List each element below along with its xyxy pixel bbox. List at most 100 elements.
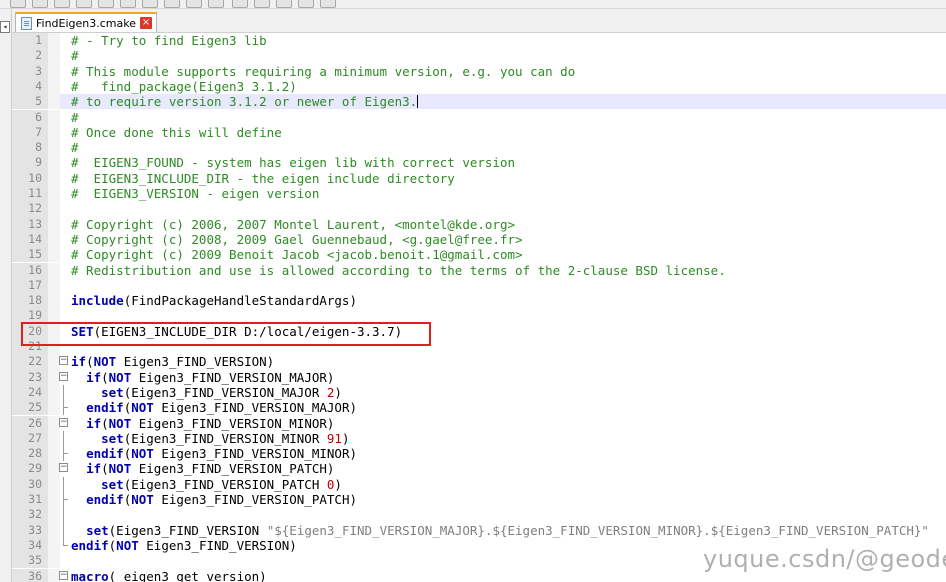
code-text: endif(NOT Eigen3_FIND_VERSION_MAJOR)	[71, 400, 357, 415]
code-token: # This module supports requiring a minim…	[71, 63, 576, 79]
fold-margin	[48, 446, 60, 462]
fold-margin	[48, 537, 60, 554]
code-line[interactable]: 6 #	[12, 109, 946, 125]
code-line[interactable]: 20 SET(EIGEN3_INCLUDE_DIR D:/local/eigen-…	[12, 323, 946, 339]
toolbar-button-icon[interactable]	[98, 0, 114, 8]
code-line[interactable]: 2 #	[12, 48, 946, 64]
toolbar-button-icon[interactable]	[120, 0, 136, 8]
code-line[interactable]: 31 endif(NOT Eigen3_FIND_VERSION_PATCH)	[12, 492, 946, 508]
toolbar-button-icon[interactable]	[32, 0, 48, 8]
code-token: (Eigen3_FIND_VERSION_PATCH	[123, 476, 327, 492]
code-line[interactable]: 32	[12, 507, 946, 523]
toolbar-button-icon[interactable]	[276, 0, 292, 8]
line-number: 3	[12, 63, 48, 79]
fold-toggle-icon[interactable]: −	[59, 356, 68, 366]
line-number: 13	[12, 216, 48, 232]
toolbar-button-icon[interactable]	[54, 0, 70, 8]
fold-guide	[63, 384, 64, 401]
fold-toggle-icon[interactable]: −	[59, 371, 68, 381]
code-line[interactable]: 15 # Copyright (c) 2009 Benoit Jacob <jac…	[12, 247, 946, 263]
line-number: 20	[12, 323, 48, 339]
code-line[interactable]: 5 # to require version 3.1.2 or newer of …	[12, 94, 946, 110]
code-token: NOT	[108, 461, 132, 477]
fold-toggle-icon[interactable]: −	[59, 570, 68, 580]
code-token: )	[334, 384, 342, 400]
code-line[interactable]: 18 include(FindPackageHandleStandardArgs)	[12, 293, 946, 309]
code-line[interactable]: 28 endif(NOT Eigen3_FIND_VERSION_MINOR)	[12, 446, 946, 462]
line-number: 1	[12, 33, 48, 49]
line-number: 5	[12, 94, 48, 110]
code-line[interactable]: 26 if(NOT Eigen3_FIND_VERSION_MINOR) −	[12, 415, 946, 431]
code-line[interactable]: 21	[12, 339, 946, 355]
code-text: if(NOT Eigen3_FIND_VERSION_MINOR)	[71, 416, 334, 431]
fold-margin	[48, 492, 60, 508]
line-number: 6	[12, 109, 48, 125]
code-line[interactable]: 17	[12, 277, 946, 294]
toolbar-button-icon[interactable]	[320, 0, 336, 8]
code-line[interactable]: 1 # - Try to find Eigen3 lib	[12, 33, 946, 49]
toolbar-button-icon[interactable]	[76, 0, 92, 8]
code-line[interactable]: 11 # EIGEN3_VERSION - eigen version	[12, 186, 946, 202]
toolbar-button-icon[interactable]	[10, 0, 26, 8]
code-token: NOT	[93, 354, 117, 370]
code-text: # EIGEN3_VERSION - eigen version	[71, 186, 319, 201]
code-line[interactable]: 16 # Redistribution and use is allowed ac…	[12, 262, 946, 278]
panel-toggle-icon[interactable]: ◂	[0, 21, 10, 33]
code-text: endif(NOT Eigen3_FIND_VERSION_PATCH)	[71, 492, 357, 507]
code-line[interactable]: 12	[12, 201, 946, 217]
code-line[interactable]: 22 if(NOT Eigen3_FIND_VERSION) −	[12, 354, 946, 370]
code-token: (EIGEN3_INCLUDE_DIR D:/local/eigen-3.3.7…	[93, 323, 403, 339]
toolbar-button-icon[interactable]	[164, 0, 180, 8]
code-token: # to require version 3.1.2 or newer of E…	[71, 94, 418, 110]
code-line[interactable]: 14 # Copyright (c) 2008, 2009 Gael Guenne…	[12, 231, 946, 248]
tab-findeigen3[interactable]: FindEigen3.cmake ×	[15, 12, 158, 32]
code-text: include(FindPackageHandleStandardArgs)	[71, 293, 357, 308]
line-number: 24	[12, 384, 48, 401]
code-text: # This module supports requiring a minim…	[71, 64, 575, 79]
code-text: if(NOT Eigen3_FIND_VERSION_MAJOR)	[71, 370, 334, 385]
fold-margin	[48, 170, 60, 186]
code-text: # EIGEN3_FOUND - system has eigen lib wi…	[71, 155, 515, 170]
fold-margin	[48, 553, 60, 569]
fold-toggle-icon[interactable]: −	[59, 463, 68, 473]
code-line[interactable]: 33 set(Eigen3_FIND_VERSION "${Eigen3_FIN…	[12, 522, 946, 538]
line-number: 9	[12, 155, 48, 171]
close-icon[interactable]: ×	[140, 17, 153, 29]
toolbar-button-icon[interactable]	[298, 0, 314, 8]
line-number: 12	[12, 201, 48, 217]
line-number: 36	[12, 568, 48, 582]
code-line[interactable]: 30 set(Eigen3_FIND_VERSION_PATCH 0)	[12, 476, 946, 492]
toolbar-button-icon[interactable]	[208, 0, 224, 8]
code-line[interactable]: 19	[12, 308, 946, 324]
code-line[interactable]: 4 # find_package(Eigen3 3.1.2)	[12, 78, 946, 95]
code-line[interactable]: 9 # EIGEN3_FOUND - system has eigen lib w…	[12, 155, 946, 171]
toolbar-button-icon[interactable]	[254, 0, 270, 8]
code-line[interactable]: 23 if(NOT Eigen3_FIND_VERSION_MAJOR) −	[12, 369, 946, 385]
code-line[interactable]: 24 set(Eigen3_FIND_VERSION_MAJOR 2)	[12, 384, 946, 401]
code-line[interactable]: 13 # Copyright (c) 2006, 2007 Montel Laur…	[12, 216, 946, 232]
code-line[interactable]: 7 # Once done this will define	[12, 124, 946, 141]
line-number: 28	[12, 446, 48, 462]
code-text: # find_package(Eigen3 3.1.2)	[71, 79, 297, 94]
fold-margin	[48, 247, 60, 263]
code-token: set	[101, 430, 124, 446]
toolbar-button-icon[interactable]	[186, 0, 202, 8]
code-line[interactable]: 27 set(Eigen3_FIND_VERSION_MINOR 91)	[12, 430, 946, 447]
toolbar-button-icon[interactable]	[142, 0, 158, 8]
code-line[interactable]: 25 endif(NOT Eigen3_FIND_VERSION_MAJOR)	[12, 400, 946, 416]
code-token: Eigen3_FIND_VERSION_PATCH)	[153, 492, 358, 507]
code-editor[interactable]: 1 # - Try to find Eigen3 lib 2 #3 # This mod…	[12, 33, 946, 582]
code-text: # to require version 3.1.2 or newer of E…	[71, 94, 419, 110]
code-line[interactable]: 3 # This module supports requiring a mini…	[12, 63, 946, 79]
fold-toggle-icon[interactable]: −	[59, 417, 68, 427]
tab-label: FindEigen3.cmake	[36, 16, 137, 30]
toolbar-button-icon[interactable]	[232, 0, 248, 8]
fold-margin	[48, 201, 60, 217]
code-token: if	[86, 369, 102, 385]
code-line[interactable]: 29 if(NOT Eigen3_FIND_VERSION_PATCH) −	[12, 461, 946, 477]
side-panel-strip: ◂	[0, 9, 12, 582]
code-line[interactable]: 10 # EIGEN3_INCLUDE_DIR - the eigen inclu…	[12, 170, 946, 186]
code-line[interactable]: 8 #	[12, 140, 946, 156]
